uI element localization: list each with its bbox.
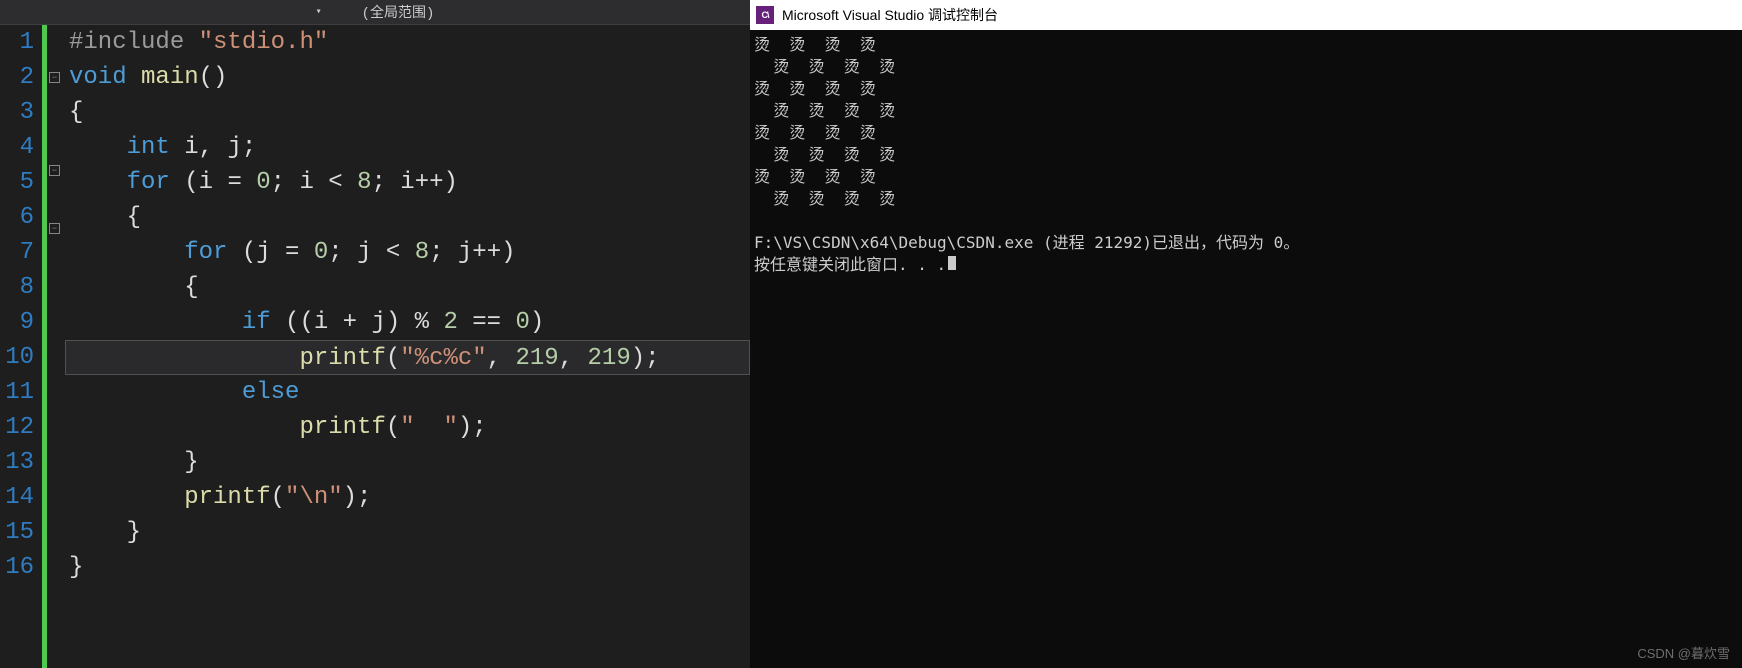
code-line: }	[69, 445, 750, 480]
code-line: int i, j;	[69, 130, 750, 165]
line-number: 6	[0, 200, 34, 235]
code-line: }	[69, 515, 750, 550]
code-line: }	[69, 550, 750, 585]
output-line: 烫 烫 烫 烫	[754, 101, 895, 120]
fold-toggle-icon[interactable]: −	[49, 223, 60, 234]
line-number: 2	[0, 60, 34, 95]
code-line: for (j = 0; j < 8; j++)	[69, 235, 750, 270]
code-line: {	[69, 270, 750, 305]
output-line: 烫 烫 烫 烫	[754, 35, 876, 54]
code-line: {	[69, 200, 750, 235]
cursor-icon	[948, 256, 956, 270]
line-number: 14	[0, 480, 34, 515]
chevron-down-icon[interactable]: ▾	[316, 6, 322, 18]
code-editor-panel: ▾ (全局范围) 1 2 3 4 5 6 7 8 9 10 11 12 13 1…	[0, 0, 750, 668]
line-number: 4	[0, 130, 34, 165]
code-content[interactable]: #include "stdio.h" void main() { int i, …	[65, 25, 750, 668]
scope-label: (全局范围)	[362, 2, 435, 22]
fold-column: − − −	[47, 25, 65, 668]
output-line: 烫 烫 烫 烫	[754, 167, 876, 186]
scope-dropdown[interactable]: ▾ (全局范围)	[316, 2, 435, 22]
line-number: 3	[0, 95, 34, 130]
output-line: 烫 烫 烫 烫	[754, 145, 895, 164]
fold-toggle-icon[interactable]: −	[49, 72, 60, 83]
line-number: 11	[0, 375, 34, 410]
code-line: else	[69, 375, 750, 410]
fold-toggle-icon[interactable]: −	[49, 165, 60, 176]
code-line-current: printf("%c%c", 219, 219);	[65, 340, 750, 375]
line-number: 13	[0, 445, 34, 480]
code-line: for (i = 0; i < 8; i++)	[69, 165, 750, 200]
vs-icon: C\	[756, 6, 774, 24]
line-number: 9	[0, 305, 34, 340]
output-line: 烫 烫 烫 烫	[754, 189, 895, 208]
scope-bar: ▾ (全局范围)	[0, 0, 750, 25]
exit-line: F:\VS\CSDN\x64\Debug\CSDN.exe (进程 21292)…	[754, 233, 1299, 252]
code-line: if ((i + j) % 2 == 0)	[69, 305, 750, 340]
console-title-text: Microsoft Visual Studio 调试控制台	[782, 5, 998, 25]
line-number-gutter: 1 2 3 4 5 6 7 8 9 10 11 12 13 14 15 16	[0, 25, 42, 668]
code-line: #include "stdio.h"	[69, 25, 750, 60]
line-number: 7	[0, 235, 34, 270]
line-number: 15	[0, 515, 34, 550]
code-line: void main()	[69, 60, 750, 95]
editor-body: 1 2 3 4 5 6 7 8 9 10 11 12 13 14 15 16 −…	[0, 25, 750, 668]
line-number: 1	[0, 25, 34, 60]
console-titlebar[interactable]: C\ Microsoft Visual Studio 调试控制台	[750, 0, 1742, 30]
output-line: 烫 烫 烫 烫	[754, 79, 876, 98]
watermark: CSDN @暮炊雪	[1637, 643, 1730, 662]
code-line: printf(" ");	[69, 410, 750, 445]
code-line: printf("\n");	[69, 480, 750, 515]
code-line: {	[69, 95, 750, 130]
press-key-line: 按任意键关闭此窗口. . .	[754, 255, 946, 274]
line-number: 8	[0, 270, 34, 305]
output-line: 烫 烫 烫 烫	[754, 123, 876, 142]
line-number: 10	[0, 340, 34, 375]
line-number: 16	[0, 550, 34, 585]
line-number: 5	[0, 165, 34, 200]
line-number: 12	[0, 410, 34, 445]
console-panel: C\ Microsoft Visual Studio 调试控制台 烫 烫 烫 烫…	[750, 0, 1742, 668]
output-line: 烫 烫 烫 烫	[754, 57, 895, 76]
console-output[interactable]: 烫 烫 烫 烫 烫 烫 烫 烫 烫 烫 烫 烫 烫 烫 烫 烫 烫 烫 烫 烫 …	[750, 30, 1742, 668]
